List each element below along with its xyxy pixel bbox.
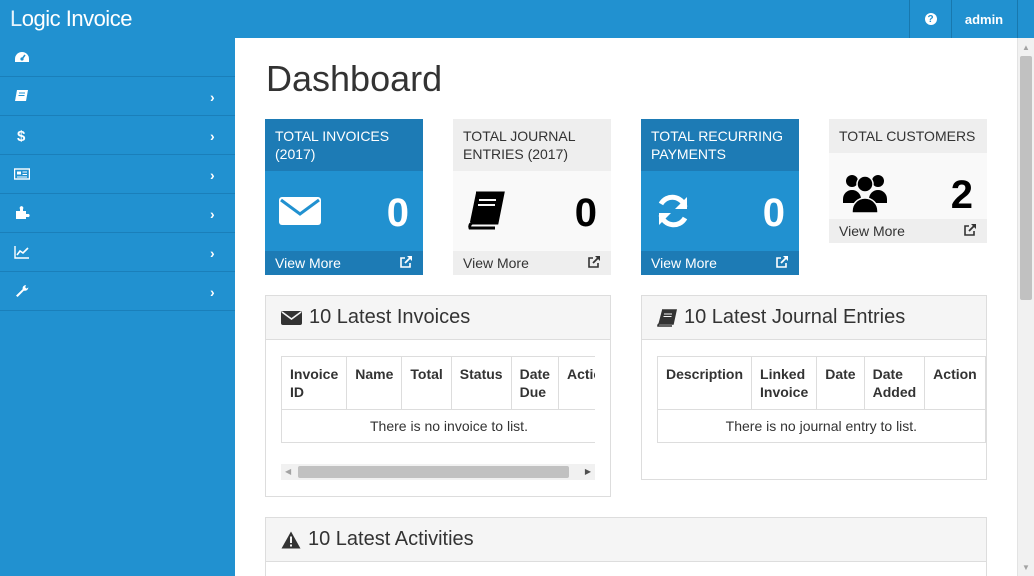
- column-header[interactable]: Invoice ID: [281, 356, 348, 410]
- column-header[interactable]: Linked Invoice: [751, 356, 818, 410]
- warning-icon: [281, 531, 301, 548]
- panel-heading: 10 Latest Activities: [266, 518, 986, 562]
- panel-title: 10 Latest Invoices: [309, 306, 471, 328]
- top-navbar: Logic Invoice ? admin: [0, 0, 1034, 38]
- chevron-right-icon: ›: [210, 284, 215, 300]
- column-header[interactable]: Date: [816, 356, 865, 410]
- view-more-link[interactable]: View More: [829, 219, 987, 243]
- chevron-right-icon: ›: [210, 89, 215, 105]
- chevron-right-icon: ›: [210, 245, 215, 261]
- navbar-divider: [1017, 0, 1018, 38]
- external-link-icon: [776, 256, 788, 268]
- svg-text:$: $: [17, 128, 26, 142]
- view-more-link[interactable]: View More: [641, 251, 799, 275]
- newspaper-icon: [14, 168, 30, 180]
- column-header[interactable]: Date Due: [510, 356, 559, 410]
- panel-title: 10 Latest Journal Entries: [684, 306, 906, 328]
- dollar-icon: $: [17, 128, 26, 142]
- scrollbar-thumb[interactable]: [298, 466, 569, 478]
- column-header[interactable]: Total: [401, 356, 452, 410]
- panel-heading: 10 Latest Invoices: [266, 296, 610, 340]
- external-link-icon: [588, 256, 600, 268]
- scrollbar-thumb[interactable]: [1020, 56, 1032, 300]
- sidebar-item-payments[interactable]: $ ›: [0, 116, 235, 155]
- stat-title: TOTAL RECURRING PAYMENTS: [641, 119, 799, 171]
- external-link-icon: [400, 256, 412, 268]
- external-link-icon: [964, 224, 976, 236]
- app-logo[interactable]: Logic Invoice: [10, 6, 132, 32]
- question-circle-icon: ?: [924, 13, 937, 25]
- column-header[interactable]: Description: [656, 356, 753, 410]
- sidebar-item-dashboard[interactable]: [0, 38, 235, 77]
- stat-value: 0: [762, 191, 785, 235]
- column-header[interactable]: Name: [346, 356, 403, 410]
- column-header[interactable]: Action: [557, 356, 595, 410]
- sidebar-item-invoices[interactable]: ›: [0, 155, 235, 194]
- stat-title: TOTAL INVOICES (2017): [265, 119, 423, 171]
- latest-journal-entries-panel: 10 Latest Journal Entries Description Li…: [641, 295, 987, 480]
- stat-value: 2: [950, 173, 973, 217]
- latest-invoices-panel: 10 Latest Invoices Invoice ID Name Total…: [265, 295, 611, 497]
- sidebar-item-products[interactable]: ›: [0, 194, 235, 233]
- scroll-right-icon[interactable]: ▶: [585, 467, 591, 476]
- panel-title: 10 Latest Activities: [308, 528, 474, 550]
- envelope-icon: [281, 310, 302, 325]
- stat-title: TOTAL JOURNAL ENTRIES (2017): [453, 119, 611, 171]
- sidebar-item-reports[interactable]: ›: [0, 233, 235, 272]
- column-header[interactable]: Action: [924, 356, 986, 410]
- table-scrollbar[interactable]: ◀ ▶: [281, 464, 595, 480]
- chevron-right-icon: ›: [210, 128, 215, 144]
- journal-entries-table: Description Linked Invoice Date Date Add…: [656, 356, 986, 443]
- column-header[interactable]: Date Added: [863, 356, 926, 410]
- dashboard-icon: [15, 52, 29, 62]
- stat-card-journal-entries: TOTAL JOURNAL ENTRIES (2017) 0 View More: [453, 119, 611, 275]
- users-icon: [843, 175, 887, 213]
- stat-card-customers: TOTAL CUSTOMERS 2 View More: [829, 119, 987, 243]
- page-title: Dashboard: [266, 58, 443, 99]
- view-more-link[interactable]: View More: [265, 251, 423, 275]
- chevron-right-icon: ›: [210, 206, 215, 222]
- invoices-table: Invoice ID Name Total Status Date Due Ac…: [281, 356, 595, 443]
- user-menu-button[interactable]: admin: [951, 0, 1017, 38]
- column-header[interactable]: Status: [450, 356, 512, 410]
- stat-value: 0: [574, 191, 597, 235]
- sidebar: › $ › › › › ›: [0, 38, 235, 576]
- scroll-down-icon[interactable]: ▼: [1018, 560, 1034, 576]
- empty-message: There is no journal entry to list.: [657, 409, 986, 443]
- stat-title: TOTAL CUSTOMERS: [829, 119, 987, 153]
- panel-heading: 10 Latest Journal Entries: [642, 296, 986, 340]
- view-more-link[interactable]: View More: [453, 251, 611, 275]
- book-icon: [657, 308, 677, 327]
- book-icon: [468, 191, 505, 230]
- stat-card-recurring-payments: TOTAL RECURRING PAYMENTS 0 View More: [641, 119, 799, 275]
- stat-value: 0: [386, 191, 409, 235]
- chevron-right-icon: ›: [210, 167, 215, 183]
- line-chart-icon: [14, 246, 29, 259]
- stat-card-invoices: TOTAL INVOICES (2017) 0 View More: [265, 119, 423, 275]
- latest-activities-panel: 10 Latest Activities: [265, 517, 987, 576]
- sidebar-item-settings[interactable]: ›: [0, 272, 235, 311]
- puzzle-icon: [16, 206, 30, 219]
- refresh-icon: [658, 194, 688, 228]
- help-button[interactable]: ?: [910, 0, 951, 38]
- wrench-icon: [16, 285, 29, 297]
- empty-message: There is no invoice to list.: [281, 409, 595, 443]
- scroll-up-icon[interactable]: ▲: [1018, 40, 1034, 56]
- sidebar-item-journal[interactable]: ›: [0, 77, 235, 116]
- scroll-left-icon[interactable]: ◀: [285, 467, 291, 476]
- book-icon: [15, 90, 28, 101]
- page-scrollbar[interactable]: ▲ ▼: [1017, 38, 1034, 576]
- envelope-icon: [279, 197, 321, 225]
